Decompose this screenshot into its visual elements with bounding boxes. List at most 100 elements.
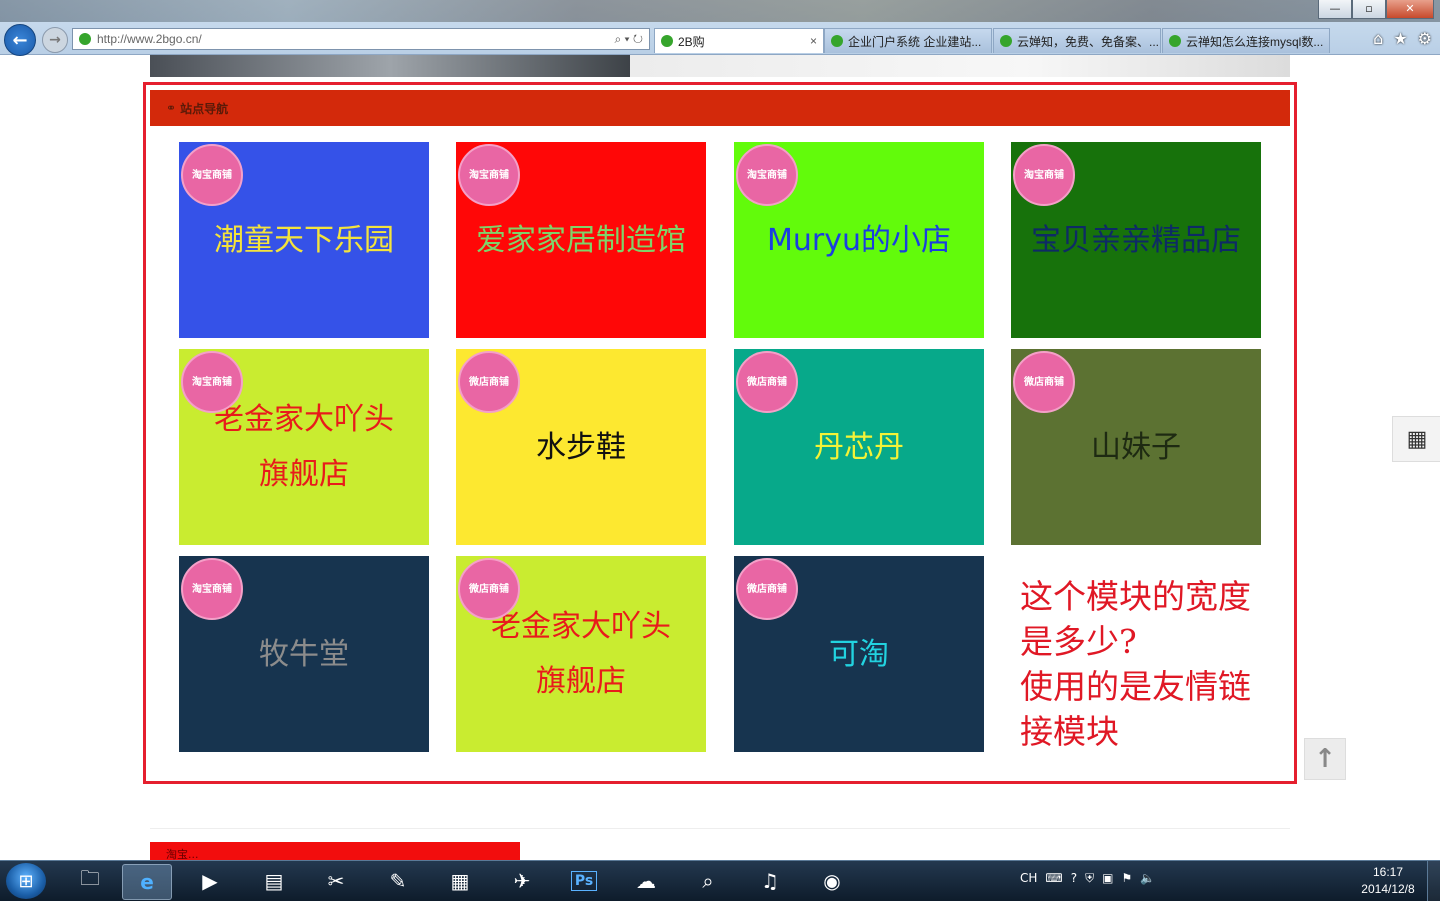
explorer-taskbar-button[interactable]: 🗀 <box>66 864 114 898</box>
shop-tile[interactable]: 淘宝商铺 Muryu的小店 <box>734 142 984 338</box>
address-bar[interactable]: http://www.2bgo.cn/ ⌕ ▾ ↻ <box>72 28 650 50</box>
shop-type-badge: 微店商铺 <box>1013 351 1075 413</box>
music-icon: ♫ <box>761 869 779 893</box>
shop-tile[interactable]: 微店商铺 山妹子 <box>1011 349 1261 545</box>
photoshop-icon: Ps <box>570 871 598 891</box>
banner-image-left <box>150 55 630 77</box>
shop-tile[interactable]: 淘宝商铺 牧牛堂 <box>179 556 429 752</box>
notes-taskbar-button[interactable]: ▤ <box>250 864 298 898</box>
shop-tile[interactable]: 微店商铺 水步鞋 <box>456 349 706 545</box>
system-clock[interactable]: 16:17 2014/12/8 <box>1352 864 1424 898</box>
media-player-taskbar-button[interactable]: ▶ <box>186 864 234 898</box>
taskbar: ⊞ 🗀 e ▶ ▤ ✂ ✎ ▦ ✈ Ps ☁ ⌕ ♫ ◉ CH ⌨ ? ⛨ ▣ … <box>0 860 1440 901</box>
section-divider <box>150 828 1290 829</box>
maximize-button[interactable]: ▫ <box>1352 0 1386 19</box>
bird-icon: ✈ <box>513 869 531 893</box>
shop-name: 潮童天下乐园 <box>214 222 394 258</box>
arrow-up-icon: ↑ <box>1314 744 1336 774</box>
shop-tile[interactable]: 淘宝商铺 潮童天下乐园 <box>179 142 429 338</box>
clock-date: 2014/12/8 <box>1361 882 1415 896</box>
next-section-header: 淘宝... <box>150 842 520 860</box>
site-favicon <box>79 33 91 45</box>
tab-portal[interactable]: 企业门户系统 企业建站... <box>824 28 992 53</box>
forward-button[interactable]: → <box>42 27 68 53</box>
flag-icon[interactable]: ⚑ <box>1121 871 1132 886</box>
start-button[interactable]: ⊞ <box>6 863 46 899</box>
tab-label: 企业门户系统 企业建站... <box>848 34 982 49</box>
shop-name: 可淘 <box>829 636 889 672</box>
shop-type-badge: 微店商铺 <box>458 351 520 413</box>
banner-image-right <box>630 55 1290 77</box>
shop-name: 山妹子 <box>1091 429 1181 465</box>
section-header: ⚭ 站点导航 <box>150 90 1290 126</box>
calculator-icon: ▦ <box>450 869 470 893</box>
back-to-top-button[interactable]: ↑ <box>1304 738 1346 780</box>
im-taskbar-button[interactable]: ✈ <box>498 864 546 898</box>
gear-icon[interactable]: ⚙ <box>1418 29 1432 48</box>
system-tray: CH ⌨ ? ⛨ ▣ ⚑ 🔈 <box>1020 871 1155 886</box>
tab-close-icon[interactable]: × <box>810 34 817 48</box>
help-icon[interactable]: ? <box>1071 871 1077 886</box>
windows-logo-icon: ⊞ <box>18 870 34 892</box>
shop-tile[interactable]: 微店商铺 丹芯丹 <box>734 349 984 545</box>
shop-tile[interactable]: 微店商铺 老金家大吖头旗舰店 <box>456 556 706 752</box>
scissors-icon: ✂ <box>327 869 345 893</box>
minimize-button[interactable]: — <box>1318 0 1352 19</box>
tab-2bgo[interactable]: 2B购 × <box>654 28 824 53</box>
keyboard-icon[interactable]: ⌨ <box>1045 871 1062 886</box>
favorites-star-icon[interactable]: ★ <box>1393 29 1407 48</box>
shop-name: 宝贝亲亲精品店 <box>1031 222 1241 258</box>
shop-type-badge: 淘宝商铺 <box>1013 144 1075 206</box>
network-icon[interactable]: ▣ <box>1102 871 1113 886</box>
volume-icon[interactable]: 🔈 <box>1140 871 1155 886</box>
shop-name: 爱家家居制造馆 <box>476 222 686 258</box>
shield-icon[interactable]: ⛨ <box>1085 871 1094 886</box>
forward-arrow-icon: → <box>49 32 61 48</box>
palette-icon: ✎ <box>389 869 407 893</box>
back-arrow-icon: ← <box>12 29 28 51</box>
shop-type-badge: 微店商铺 <box>736 558 798 620</box>
tab-mysql[interactable]: 云禅知怎么连接mysql数... <box>1162 28 1330 53</box>
shop-name: 牧牛堂 <box>259 636 349 672</box>
shop-name: 丹芯丹 <box>814 429 904 465</box>
close-button[interactable]: ✕ <box>1386 0 1434 19</box>
ie-taskbar-button[interactable]: e <box>122 864 172 900</box>
browser2-taskbar-button[interactable]: ◉ <box>808 864 856 898</box>
shop-type-badge: 淘宝商铺 <box>458 144 520 206</box>
search-refresh-icons[interactable]: ⌕ ▾ ↻ <box>614 32 643 47</box>
qr-code-button[interactable]: ▦ <box>1392 416 1440 462</box>
shop-tile[interactable]: 淘宝商铺宝贝亲亲精品店 <box>1011 142 1261 338</box>
tab-label: 云禅知怎么连接mysql数... <box>1186 34 1324 49</box>
snipping-taskbar-button[interactable]: ✂ <box>312 864 360 898</box>
music-taskbar-button[interactable]: ♫ <box>746 864 794 898</box>
annotation-line: 使用的是友情链 <box>1020 667 1251 706</box>
calculator-taskbar-button[interactable]: ▦ <box>436 864 484 898</box>
titlebar-thumbnails <box>0 0 1440 22</box>
annotation-line: 这个模块的宽度 <box>1020 577 1251 616</box>
section-title: 站点导航 <box>180 101 229 116</box>
shop-type-badge: 微店商铺 <box>458 558 520 620</box>
browser-tools: ⌂ ★ ⚙ <box>1373 29 1432 48</box>
address-url[interactable]: http://www.2bgo.cn/ <box>97 32 614 46</box>
shop-tile[interactable]: 微店商铺 可淘 <box>734 556 984 752</box>
shop-type-badge: 淘宝商铺 <box>736 144 798 206</box>
shop-tile[interactable]: 淘宝商铺 老金家大吖头旗舰店 <box>179 349 429 545</box>
paint-taskbar-button[interactable]: ✎ <box>374 864 422 898</box>
tab-label: 2B购 <box>678 34 705 49</box>
search-taskbar-button[interactable]: ⌕ <box>684 864 732 898</box>
notes-icon: ▤ <box>264 869 284 893</box>
shop-tile[interactable]: 淘宝商铺爱家家居制造馆 <box>456 142 706 338</box>
next-section-title: 淘宝... <box>166 848 199 860</box>
annotation-line: 是多少? <box>1020 622 1137 661</box>
home-icon[interactable]: ⌂ <box>1373 29 1383 48</box>
internet-explorer-icon: e <box>140 870 154 894</box>
tab-yunchanzhi[interactable]: 云婵知，免费、免备案、... <box>993 28 1161 53</box>
show-desktop-button[interactable] <box>1427 861 1440 901</box>
language-indicator[interactable]: CH <box>1020 871 1037 886</box>
cloud-taskbar-button[interactable]: ☁ <box>622 864 670 898</box>
media-play-icon: ▶ <box>202 869 218 893</box>
tab-favicon <box>831 35 843 47</box>
tab-label: 云婵知，免费、免备案、... <box>1017 34 1160 49</box>
back-button[interactable]: ← <box>4 24 36 56</box>
photoshop-taskbar-button[interactable]: Ps <box>560 864 608 898</box>
